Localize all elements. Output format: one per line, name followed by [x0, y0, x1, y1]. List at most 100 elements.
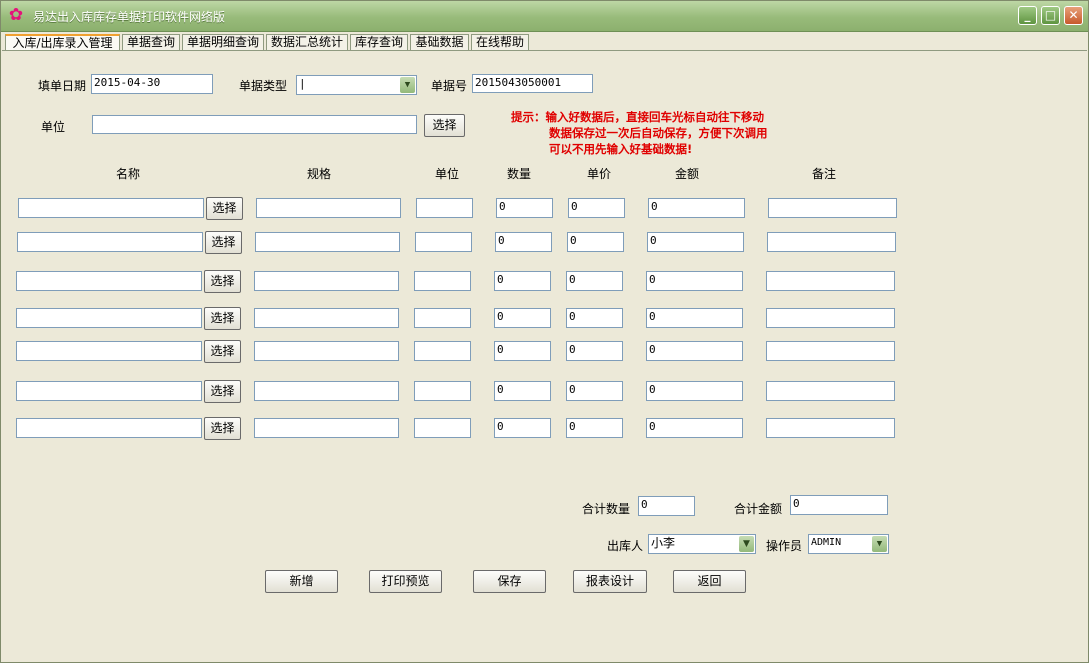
row-spec-input[interactable]	[254, 308, 399, 328]
row-price-input[interactable]: 0	[566, 381, 623, 401]
hint-line-1: 提示：输入好数据后，直接回车光标自动往下移动	[511, 110, 764, 124]
row-spec-input[interactable]	[256, 198, 401, 218]
row-name-input[interactable]	[16, 418, 202, 438]
app-window: ✿ 易达出入库库存单据打印软件网络版 _ □ ✕ 入库/出库录入管理 单据查询 …	[0, 0, 1089, 663]
row-name-input[interactable]	[18, 198, 204, 218]
tab-bill-detail-query[interactable]: 单据明细查询	[182, 34, 264, 50]
col-header-spec: 规格	[307, 167, 332, 181]
new-button[interactable]: 新增	[265, 570, 338, 593]
row-note-input[interactable]	[766, 341, 895, 361]
row-spec-input[interactable]	[255, 232, 400, 252]
row-note-input[interactable]	[766, 271, 895, 291]
row-amount-input[interactable]: 0	[646, 341, 743, 361]
total-amount-label: 合计金额	[734, 502, 783, 516]
row-price-input[interactable]: 0	[566, 308, 623, 328]
row-select-button[interactable]: 选择	[204, 417, 241, 440]
col-header-qty: 数量	[507, 167, 532, 181]
row-price-input[interactable]: 0	[566, 341, 623, 361]
row-spec-input[interactable]	[254, 341, 399, 361]
report-design-button[interactable]: 报表设计	[573, 570, 647, 593]
row-note-input[interactable]	[767, 232, 896, 252]
row-unit-input[interactable]	[414, 271, 471, 291]
row-note-input[interactable]	[766, 418, 895, 438]
row-unit-input[interactable]	[416, 198, 473, 218]
flower-icon: ✿	[8, 5, 24, 25]
row-unit-input[interactable]	[414, 418, 471, 438]
col-header-unit: 单位	[435, 167, 460, 181]
row-qty-input[interactable]: 0	[494, 381, 551, 401]
col-header-amount: 金额	[675, 167, 700, 181]
row-spec-input[interactable]	[254, 418, 399, 438]
row-select-button[interactable]: 选择	[204, 270, 241, 293]
chevron-down-icon[interactable]: ▼	[739, 536, 754, 552]
total-qty-label: 合计数量	[582, 502, 631, 516]
tab-bill-query[interactable]: 单据查询	[122, 34, 180, 50]
total-amount-input[interactable]: 0	[790, 495, 888, 515]
row-qty-input[interactable]: 0	[494, 271, 551, 291]
tab-online-help[interactable]: 在线帮助	[471, 34, 529, 50]
row-select-button[interactable]: 选择	[204, 340, 241, 363]
title-bar: ✿ 易达出入库库存单据打印软件网络版 _ □ ✕	[1, 1, 1088, 32]
row-name-input[interactable]	[16, 381, 202, 401]
row-unit-input[interactable]	[414, 341, 471, 361]
row-name-input[interactable]	[16, 271, 202, 291]
bill-no-input[interactable]: 2015043050001	[472, 74, 593, 93]
tab-stock-query[interactable]: 库存查询	[350, 34, 408, 50]
hint-line-2: 数据保存过一次后自动保存，方便下次调用	[549, 126, 768, 140]
row-select-button[interactable]: 选择	[206, 197, 243, 220]
total-qty-input[interactable]: 0	[638, 496, 695, 516]
row-qty-input[interactable]: 0	[496, 198, 553, 218]
maximize-icon[interactable]: □	[1041, 6, 1060, 25]
row-name-input[interactable]	[16, 308, 202, 328]
return-button[interactable]: 返回	[673, 570, 746, 593]
row-price-input[interactable]: 0	[566, 271, 623, 291]
row-spec-input[interactable]	[254, 271, 399, 291]
print-preview-button[interactable]: 打印预览	[369, 570, 442, 593]
tab-data-summary[interactable]: 数据汇总统计	[266, 34, 348, 50]
unit-input[interactable]	[92, 115, 417, 134]
close-icon[interactable]: ✕	[1064, 6, 1083, 25]
row-qty-input[interactable]: 0	[494, 308, 551, 328]
tab-inout-entry[interactable]: 入库/出库录入管理	[5, 34, 120, 51]
row-unit-input[interactable]	[415, 232, 472, 252]
row-qty-input[interactable]: 0	[495, 232, 552, 252]
row-select-button[interactable]: 选择	[205, 231, 242, 254]
minimize-icon[interactable]: _	[1018, 6, 1037, 25]
chevron-down-icon[interactable]: ▼	[400, 77, 415, 93]
date-input[interactable]: 2015-04-30	[91, 74, 213, 94]
row-unit-input[interactable]	[414, 308, 471, 328]
row-amount-input[interactable]: 0	[646, 381, 743, 401]
row-price-input[interactable]: 0	[566, 418, 623, 438]
row-spec-input[interactable]	[254, 381, 399, 401]
bill-type-select[interactable]: | ▼	[296, 75, 417, 95]
row-qty-input[interactable]: 0	[494, 418, 551, 438]
hint-text: 提示：输入好数据后，直接回车光标自动往下移动 数据保存过一次后自动保存，方便下次…	[511, 109, 768, 157]
row-note-input[interactable]	[766, 381, 895, 401]
operator-select[interactable]: ADMIN ▼	[808, 534, 889, 554]
row-amount-input[interactable]: 0	[648, 198, 745, 218]
col-header-price: 单价	[587, 167, 612, 181]
row-name-input[interactable]	[17, 232, 203, 252]
row-unit-input[interactable]	[414, 381, 471, 401]
row-qty-input[interactable]: 0	[494, 341, 551, 361]
row-select-button[interactable]: 选择	[204, 307, 241, 330]
row-select-button[interactable]: 选择	[204, 380, 241, 403]
out-person-select[interactable]: 小李 ▼	[648, 534, 756, 554]
unit-select-button[interactable]: 选择	[424, 114, 465, 137]
row-price-input[interactable]: 0	[567, 232, 624, 252]
window-title: 易达出入库库存单据打印软件网络版	[33, 10, 226, 24]
tab-base-data[interactable]: 基础数据	[410, 34, 469, 50]
chevron-down-icon[interactable]: ▼	[872, 536, 887, 552]
row-amount-input[interactable]: 0	[647, 232, 744, 252]
row-note-input[interactable]	[766, 308, 895, 328]
row-price-input[interactable]: 0	[568, 198, 625, 218]
out-person-value: 小李	[651, 536, 676, 550]
row-note-input[interactable]	[768, 198, 897, 218]
row-name-input[interactable]	[16, 341, 202, 361]
bill-no-label: 单据号	[431, 79, 468, 93]
row-amount-input[interactable]: 0	[646, 308, 743, 328]
row-amount-input[interactable]: 0	[646, 418, 743, 438]
unit-label: 单位	[41, 120, 66, 134]
save-button[interactable]: 保存	[473, 570, 546, 593]
row-amount-input[interactable]: 0	[646, 271, 743, 291]
